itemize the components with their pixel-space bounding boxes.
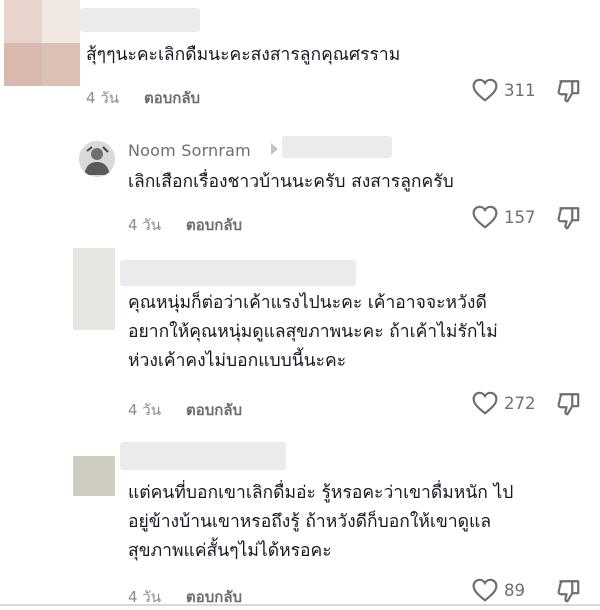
avatar[interactable] (73, 456, 115, 496)
comment-item: คุณหนุ่มก็ต่อว่าเค้าแรงไปนะคะ เค้าอาจจะห… (0, 248, 600, 428)
like-count: 272 (504, 393, 536, 413)
reply-button[interactable]: ตอบกลับ (186, 213, 242, 237)
comment-time: 4 วัน (128, 401, 161, 419)
comment-text: แต่คนที่บอกเขาเลิกดื่มอ่ะ รู้หรอคะว่าเขา… (128, 479, 513, 566)
like-count: 157 (504, 207, 536, 227)
comment-text-line: ห่วงเค้าคงไม่บอกแบบนี้นะคะ (128, 351, 347, 371)
thumbs-down-icon (557, 393, 580, 416)
reply-button[interactable]: ตอบกลับ (186, 398, 242, 422)
avatar[interactable] (73, 248, 115, 330)
heart-outline-icon (472, 391, 498, 415)
comment-text-line: อยู่ข้างบ้านเขาหรอถึงรู้ ถ้าหวังดีก็บอกใ… (128, 512, 492, 532)
divider (0, 604, 600, 606)
comment-text-line: สุขภาพแค่สั้นๆไม่ได้หรอคะ (128, 541, 332, 561)
thumbs-down-icon (557, 80, 580, 103)
like-count: 311 (504, 80, 536, 100)
caret-right-icon (271, 143, 278, 155)
reply-button[interactable]: ตอบกลับ (144, 86, 200, 110)
dislike-button[interactable] (556, 391, 582, 421)
avatar[interactable] (79, 141, 115, 177)
dislike-button[interactable] (556, 78, 582, 108)
thumbs-down-icon (557, 207, 580, 230)
avatar[interactable] (4, 0, 80, 86)
comment-text: เลิกเสือกเรื่องชาวบ้านนะครับ สงสารลูกครั… (128, 172, 454, 192)
heart-outline-icon (472, 578, 498, 602)
comment-text-line: คุณหนุ่มก็ต่อว่าเค้าแรงไปนะคะ เค้าอาจจะห… (128, 293, 487, 313)
comment-text-line: อยากให้คุณหนุ่มดูแลสุขภาพนะคะ ถ้าเค้าไม่… (128, 322, 498, 342)
like-count: 89 (504, 580, 525, 600)
comment-time: 4 วัน (128, 216, 161, 234)
like-button[interactable]: 157 (472, 205, 536, 229)
thumbs-down-icon (557, 580, 580, 603)
username-redacted (282, 136, 392, 158)
comment-item: แต่คนที่บอกเขาเลิกดื่มอ่ะ รู้หรอคะว่าเขา… (0, 438, 600, 606)
comment-text-line: แต่คนที่บอกเขาเลิกดื่มอ่ะ รู้หรอคะว่าเขา… (128, 483, 514, 503)
comment-text: คุณหนุ่มก็ต่อว่าเค้าแรงไปนะคะ เค้าอาจจะห… (128, 289, 498, 376)
dislike-button[interactable] (556, 205, 582, 235)
like-button[interactable]: 89 (472, 578, 525, 602)
like-button[interactable]: 272 (472, 391, 536, 415)
heart-outline-icon (472, 205, 498, 229)
username-redacted (120, 260, 356, 286)
username[interactable]: Noom Sornram (128, 141, 251, 160)
comment-item: Noom Sornram เลิกเสือกเรื่องชาวบ้านนะครั… (0, 128, 600, 238)
comment-text: สุ้ๆๆนะคะเลิกดืมนะคะสงสารลูกคุณศรราม (86, 45, 401, 65)
comment-item: สุ้ๆๆนะคะเลิกดืมนะคะสงสารลูกคุณศรราม 4 ว… (0, 0, 600, 118)
username-redacted (80, 8, 200, 32)
comment-time: 4 วัน (86, 89, 119, 107)
avatar-photo (79, 141, 115, 177)
heart-outline-icon (472, 78, 498, 102)
username-redacted (120, 442, 286, 470)
like-button[interactable]: 311 (472, 78, 536, 102)
